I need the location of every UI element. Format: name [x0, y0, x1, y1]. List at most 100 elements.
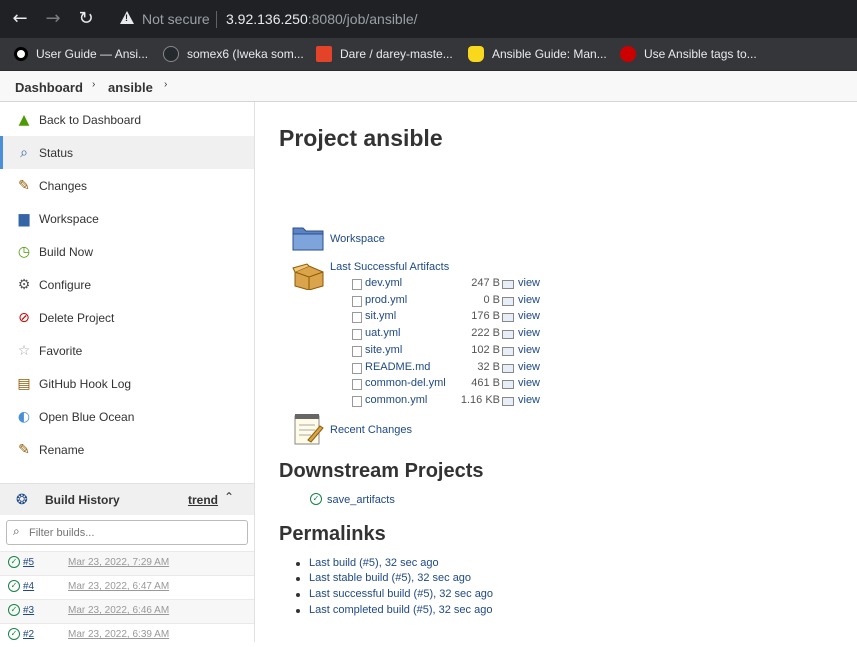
sidebar-item-label: Build Now: [39, 244, 94, 259]
chevron-right-icon[interactable]: ›: [92, 79, 95, 90]
artifact-view-link[interactable]: view: [518, 294, 540, 306]
sidebar-item-label: Configure: [39, 277, 92, 292]
forward-arrow-icon[interactable]: →: [43, 9, 63, 29]
artifact-link[interactable]: dev.yml: [365, 277, 402, 289]
permalink-last-build[interactable]: Last build (#5), 32 sec ago: [296, 557, 439, 569]
artifact-link[interactable]: common.yml: [365, 394, 427, 406]
sidebar-item-back-to-dashboard[interactable]: ▲ Back to Dashboard: [0, 103, 254, 136]
sidebar-item-delete-project[interactable]: ⊘ Delete Project: [0, 301, 254, 334]
build-date-link[interactable]: Mar 23, 2022, 6:47 AM: [68, 581, 169, 592]
trend-link[interactable]: trend: [188, 493, 218, 507]
artifact-view-link[interactable]: view: [518, 394, 540, 406]
build-date-link[interactable]: Mar 23, 2022, 6:46 AM: [68, 605, 169, 616]
build-row[interactable]: ✓ #5 Mar 23, 2022, 7:29 AM: [0, 551, 254, 575]
build-row[interactable]: ✓ #2 Mar 23, 2022, 6:39 AM: [0, 623, 254, 647]
bookmark-item[interactable]: somex6 (Iweka som...: [163, 45, 304, 63]
back-arrow-icon[interactable]: ←: [10, 9, 30, 29]
sidebar-item-label: Back to Dashboard: [39, 112, 142, 127]
bookmark-item[interactable]: User Guide — Ansi...: [14, 45, 148, 63]
sidebar-item-status[interactable]: ⌕ Status: [0, 136, 254, 169]
build-date-link[interactable]: Mar 23, 2022, 6:39 AM: [68, 629, 169, 640]
breadcrumb: Dashboard › ansible ›: [0, 71, 857, 102]
fingerprint-icon[interactable]: [502, 313, 514, 322]
filter-builds-field[interactable]: ⌕: [6, 520, 248, 545]
success-check-icon: ✓: [310, 493, 322, 505]
redhat-icon: [620, 46, 636, 62]
bookmark-label: Use Ansible tags to...: [644, 47, 757, 61]
url-host: 3.92.136.250: [226, 11, 308, 27]
sidebar-item-configure[interactable]: ⚙ Configure: [0, 268, 254, 301]
build-number-link[interactable]: #5: [23, 557, 34, 568]
bookmark-label: Ansible Guide: Man...: [492, 47, 607, 61]
artifact-view-link[interactable]: view: [518, 361, 540, 373]
build-row[interactable]: ✓ #3 Mar 23, 2022, 6:46 AM: [0, 599, 254, 623]
artifact-view-link[interactable]: view: [518, 377, 540, 389]
fingerprint-icon[interactable]: [502, 397, 514, 406]
permalink-last-stable-build[interactable]: Last stable build (#5), 32 sec ago: [295, 572, 471, 584]
last-successful-artifacts-link[interactable]: Last Successful Artifacts: [330, 261, 449, 273]
chevron-right-icon[interactable]: ›: [164, 79, 167, 90]
build-number-link[interactable]: #2: [23, 629, 34, 640]
fingerprint-icon[interactable]: [502, 364, 514, 373]
address-bar[interactable]: Not secure 3.92.136.250:8080/job/ansible…: [108, 5, 857, 34]
build-number-link[interactable]: #3: [23, 605, 34, 616]
sidebar-item-open-blue-ocean[interactable]: ◐ Open Blue Ocean: [0, 400, 254, 433]
workspace-link[interactable]: Workspace: [330, 233, 385, 245]
artifact-row: site.yml 102 B view: [352, 344, 552, 360]
fingerprint-icon[interactable]: [502, 280, 514, 289]
sidebar-item-build-now[interactable]: ◷ Build Now: [0, 235, 254, 268]
build-date-link[interactable]: Mar 23, 2022, 7:29 AM: [68, 557, 169, 568]
folder-icon: ▆: [18, 210, 30, 227]
url-path: :8080/job/ansible/: [307, 11, 418, 27]
artifact-size: 176 B: [471, 310, 500, 322]
artifact-link[interactable]: uat.yml: [365, 327, 400, 339]
sidebar-item-label: GitHub Hook Log: [39, 376, 132, 391]
success-check-icon: ✓: [8, 604, 20, 616]
url-text[interactable]: 3.92.136.250:8080/job/ansible/: [226, 11, 418, 27]
build-number-link[interactable]: #4: [23, 581, 34, 592]
fingerprint-icon[interactable]: [502, 380, 514, 389]
sidebar-item-label: Open Blue Ocean: [39, 409, 135, 424]
chevron-up-icon[interactable]: ⌃: [224, 490, 234, 504]
document-icon: [352, 329, 362, 340]
sidebar-item-rename[interactable]: ✎ Rename: [0, 433, 254, 466]
fingerprint-icon[interactable]: [502, 347, 514, 356]
bookmark-item[interactable]: Ansible Guide: Man...: [468, 45, 607, 63]
artifact-link[interactable]: README.md: [365, 361, 430, 373]
artifact-link[interactable]: common-del.yml: [365, 377, 446, 389]
recent-changes-link[interactable]: Recent Changes: [330, 424, 412, 436]
arrow-up-icon: ▲: [18, 111, 30, 128]
permalink-last-completed-build[interactable]: Last completed build (#5), 32 sec ago: [295, 604, 492, 616]
reload-icon[interactable]: ↻: [76, 9, 96, 29]
breadcrumb-dashboard[interactable]: Dashboard: [15, 80, 83, 95]
permalink-last-successful-build[interactable]: Last successful build (#5), 32 sec ago: [295, 588, 493, 600]
build-row[interactable]: ✓ #4 Mar 23, 2022, 6:47 AM: [0, 575, 254, 599]
breadcrumb-job[interactable]: ansible: [108, 80, 153, 95]
artifact-row: uat.yml 222 B view: [352, 327, 552, 343]
filter-builds-input[interactable]: [29, 524, 239, 541]
artifact-size: 461 B: [471, 377, 500, 389]
document-icon: [352, 379, 362, 390]
document-icon: [352, 363, 362, 374]
artifact-view-link[interactable]: view: [518, 277, 540, 289]
artifact-view-link[interactable]: view: [518, 310, 540, 322]
downstream-project-link[interactable]: save_artifacts: [327, 494, 395, 506]
fingerprint-icon[interactable]: [502, 330, 514, 339]
bookmark-label: somex6 (Iweka som...: [187, 47, 304, 61]
bookmark-item[interactable]: Use Ansible tags to...: [620, 45, 757, 63]
downstream-projects-heading: Downstream Projects: [279, 460, 484, 482]
sidebar-item-workspace[interactable]: ▆ Workspace: [0, 202, 254, 235]
sidebar-item-label: Delete Project: [39, 310, 115, 325]
artifact-link[interactable]: sit.yml: [365, 310, 396, 322]
artifact-link[interactable]: site.yml: [365, 344, 402, 356]
build-history-icon: ❂: [16, 492, 28, 508]
sidebar-item-github-hook-log[interactable]: ▤ GitHub Hook Log: [0, 367, 254, 400]
sidebar-item-favorite[interactable]: ☆ Favorite: [0, 334, 254, 367]
artifact-view-link[interactable]: view: [518, 344, 540, 356]
artifact-link[interactable]: prod.yml: [365, 294, 407, 306]
artifact-size: 222 B: [471, 327, 500, 339]
artifact-view-link[interactable]: view: [518, 327, 540, 339]
fingerprint-icon[interactable]: [502, 297, 514, 306]
bookmark-item[interactable]: Dare / darey-maste...: [316, 45, 453, 63]
sidebar-item-changes[interactable]: ✎ Changes: [0, 169, 254, 202]
